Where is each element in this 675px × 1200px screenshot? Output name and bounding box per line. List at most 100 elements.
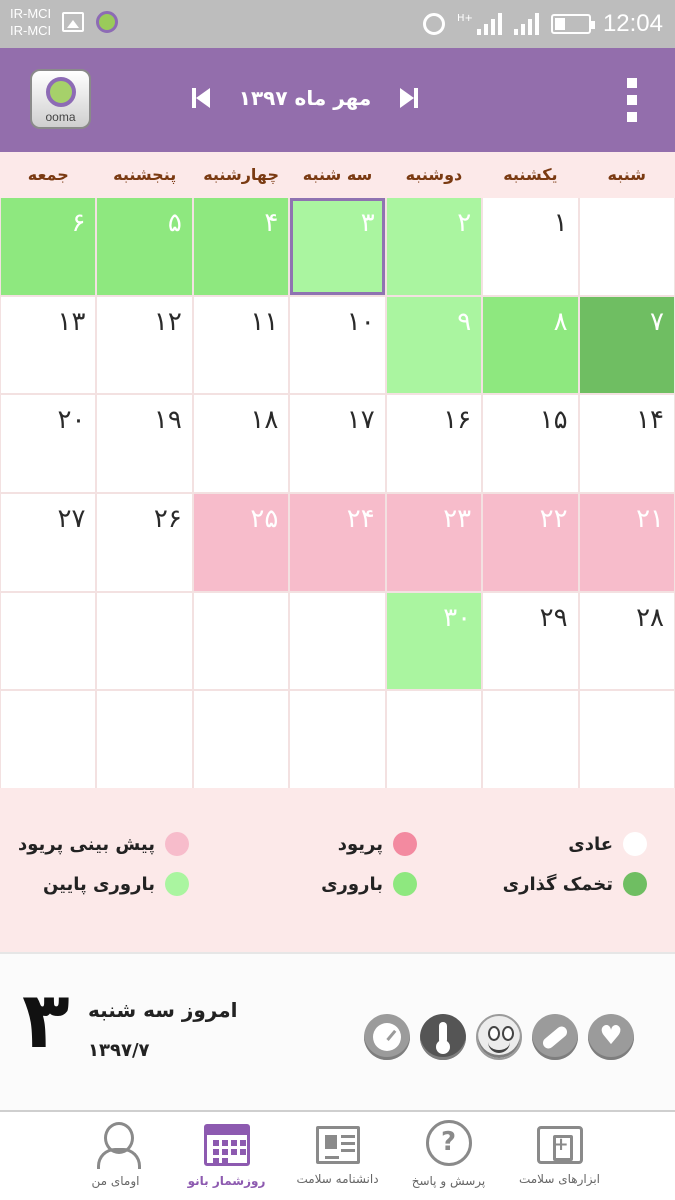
calendar-day[interactable]: ۱۶ — [386, 395, 482, 492]
calendar-day[interactable]: ۱۷ — [290, 395, 385, 492]
day-number: ۱ — [553, 208, 568, 238]
calendar-day[interactable]: ۲۸ — [579, 592, 674, 690]
thermometer-icon[interactable] — [420, 1014, 466, 1060]
calendar-day[interactable]: ۲۱ — [579, 493, 674, 591]
question-bubble-icon — [425, 1120, 472, 1166]
calendar-day[interactable]: ۸ — [483, 296, 578, 394]
calendar-day[interactable] — [290, 691, 385, 788]
calendar-day[interactable] — [579, 198, 674, 295]
legend-predicted-period: پیش بینی پریود — [18, 832, 189, 856]
legend-label-ovulation: تخمک گذاری — [502, 873, 613, 895]
today-day-number: ۳ — [22, 976, 70, 1066]
today-title: امروز سه شنبه — [88, 998, 238, 1022]
calendar-day[interactable]: ۲۳ — [386, 493, 482, 591]
next-month-icon[interactable] — [396, 86, 420, 110]
calendar-day[interactable]: ۲۹ — [483, 592, 578, 690]
calendar-day[interactable]: ۱۹ — [97, 395, 192, 492]
quick-tools — [364, 1014, 634, 1060]
calendar-day[interactable]: ۱۲ — [97, 296, 192, 394]
nav-label-calendar: روزشمار بانو — [187, 1174, 266, 1188]
calendar-day[interactable]: ۲۴ — [290, 493, 385, 591]
nav-health-tools[interactable]: ابزارهای سلامت — [504, 1112, 615, 1200]
day-number: ۲۱ — [636, 503, 664, 534]
calendar-day[interactable] — [1, 592, 96, 690]
day-number: ۲۵ — [250, 503, 279, 534]
calendar-day[interactable]: ۱۰ — [290, 296, 385, 394]
calendar-day[interactable] — [193, 592, 289, 690]
calendar-day[interactable]: ۱۵ — [483, 395, 578, 492]
nav-profile[interactable]: اومای من — [60, 1112, 171, 1200]
heart-icon[interactable] — [588, 1014, 634, 1060]
day-number: ۱۹ — [153, 405, 182, 436]
pill-icon[interactable] — [532, 1014, 578, 1060]
calendar-day[interactable]: ۱۴ — [579, 395, 674, 492]
calendar-day[interactable] — [97, 592, 192, 690]
day-number: ۱۸ — [250, 405, 279, 436]
calendar-day[interactable]: ۲۰ — [1, 395, 96, 492]
day-number: ۱۳ — [57, 306, 86, 337]
day-number: ۸ — [553, 306, 568, 337]
calendar-day[interactable]: ۲ — [386, 198, 482, 295]
weekday-sunday: یکشنبه — [503, 165, 558, 184]
calendar-day[interactable]: ۳۰ — [386, 592, 482, 690]
calendar-day[interactable]: ۶ — [1, 198, 96, 295]
day-number: ۲۲ — [539, 503, 568, 534]
calendar-day[interactable] — [483, 691, 578, 788]
calendar-day[interactable] — [290, 592, 385, 690]
nav-label-profile: اومای من — [91, 1174, 140, 1188]
calendar-day[interactable]: ۱۳ — [1, 296, 96, 394]
calendar-day[interactable]: ۱۸ — [193, 395, 289, 492]
month-navigator: مهر ماه ۱۳۹۷ — [190, 76, 420, 120]
legend: عادی پریود پیش بینی پریود تخمک گذاری بار… — [0, 788, 675, 952]
calendar-day[interactable]: ۲۷ — [1, 493, 96, 591]
calendar-day[interactable]: ۲۶ — [97, 493, 192, 591]
calendar-day[interactable]: ۱۱ — [193, 296, 289, 394]
legend-fertile: باروری — [321, 872, 417, 896]
nav-calendar[interactable]: روزشمار بانو — [171, 1112, 282, 1200]
nav-questions[interactable]: پرسش و پاسخ — [393, 1112, 504, 1200]
calendar-day[interactable] — [193, 691, 289, 788]
calendar-icon — [203, 1124, 250, 1166]
day-number: ۱۱ — [250, 306, 279, 337]
legend-label-fertile: باروری — [321, 873, 383, 895]
calendar-day-today[interactable]: ۳ — [290, 198, 385, 295]
overflow-menu-icon[interactable] — [627, 78, 637, 122]
logo-text: ooma — [45, 110, 76, 124]
nav-encyclopedia[interactable]: دانشنامه سلامت — [282, 1112, 393, 1200]
legend-dot-low-fertility — [165, 872, 189, 896]
day-number: ۱۶ — [443, 405, 472, 436]
weight-scale-icon[interactable] — [364, 1014, 410, 1060]
mood-icon[interactable] — [476, 1014, 522, 1060]
calendar-day[interactable]: ۲۲ — [483, 493, 578, 591]
weekday-thursday: پنجشنبه — [113, 165, 177, 184]
status-bar: IR-MCI IR-MCI H+ 12:04 — [0, 0, 675, 48]
legend-label-low-fertility: باروری پایین — [42, 873, 155, 895]
today-card: ۳ امروز سه شنبه ۱۳۹۷/۷ — [0, 952, 675, 1112]
legend-dot-normal — [623, 832, 647, 856]
calendar-day[interactable]: ۷ — [579, 296, 674, 394]
previous-month-icon[interactable] — [190, 86, 214, 110]
legend-dot-predicted — [165, 832, 189, 856]
day-number: ۳۰ — [443, 602, 472, 633]
app-logo[interactable]: ooma — [30, 69, 91, 129]
weekday-friday: جمعه — [27, 165, 69, 184]
gallery-notification-icon — [62, 12, 84, 32]
day-number: ۵ — [167, 208, 182, 238]
legend-ovulation: تخمک گذاری — [503, 872, 647, 896]
app-bar: ooma مهر ماه ۱۳۹۷ — [0, 48, 675, 152]
day-number: ۲۰ — [57, 405, 86, 436]
first-aid-kit-icon — [536, 1126, 583, 1164]
calendar-day[interactable]: ۱ — [483, 198, 578, 295]
calendar-day[interactable]: ۹ — [386, 296, 482, 394]
calendar-day[interactable]: ۵ — [97, 198, 192, 295]
calendar-day[interactable] — [1, 691, 96, 788]
calendar-day[interactable] — [97, 691, 192, 788]
calendar-day[interactable] — [579, 691, 674, 788]
weekday-saturday: شنبه — [607, 165, 647, 184]
calendar-day[interactable] — [386, 691, 482, 788]
nav-label-tools: ابزارهای سلامت — [518, 1172, 601, 1186]
status-right: H+ 12:04 — [423, 0, 663, 48]
legend-dot-ovulation — [623, 872, 647, 896]
calendar-day[interactable]: ۴ — [193, 198, 289, 295]
calendar-day[interactable]: ۲۵ — [193, 493, 289, 591]
